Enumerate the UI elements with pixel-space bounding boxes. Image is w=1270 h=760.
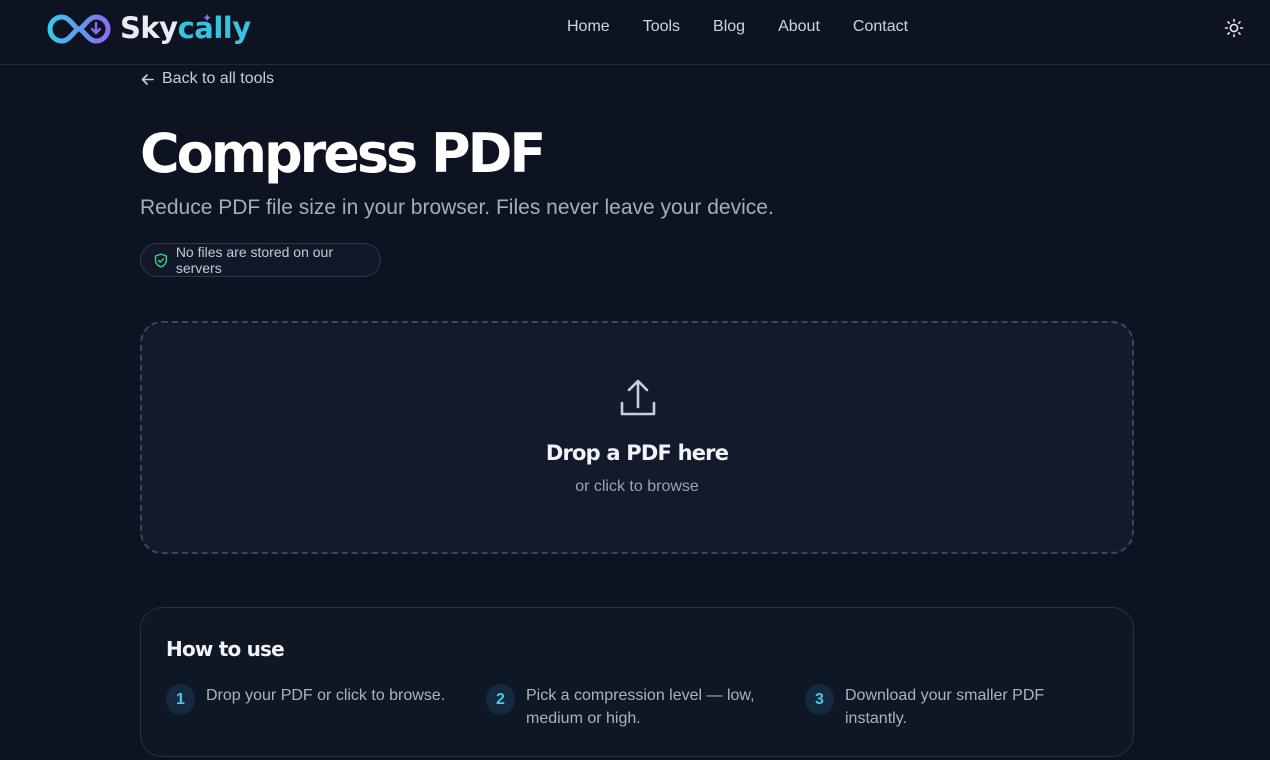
top-navbar: Skycally ✦ Home Tools Blog About Contact	[0, 0, 1270, 65]
privacy-badge-label: No files are stored on our servers	[175, 244, 334, 276]
nav-tools[interactable]: Tools	[643, 18, 680, 36]
step-text: Download your smaller PDF instantly.	[845, 687, 1045, 727]
brand-logo[interactable]: Skycally ✦	[44, 9, 251, 49]
pdf-dropzone[interactable]: Drop a PDF here or click to browse	[140, 321, 1134, 554]
step-text: Drop your PDF or click to browse.	[206, 687, 446, 704]
how-to-use-card: How to use 1 Drop your PDF or click to b…	[140, 607, 1134, 757]
step-text: Pick a compression level — low, medium o…	[526, 687, 755, 727]
upload-icon	[620, 379, 656, 416]
brand-name-part2: cally	[177, 11, 252, 45]
step-2: 2 Pick a compression level — low, medium…	[486, 684, 776, 730]
step-number: 3	[805, 684, 834, 715]
step-number: 2	[486, 684, 515, 715]
step-1: 1 Drop your PDF or click to browse.	[166, 684, 456, 715]
nav-contact[interactable]: Contact	[853, 18, 908, 36]
step-number: 1	[166, 684, 195, 715]
brand-name: Skycally	[120, 11, 251, 45]
how-to-use-title: How to use	[166, 637, 285, 661]
page-subtitle: Reduce PDF file size in your browser. Fi…	[140, 196, 774, 219]
arrow-left-icon	[141, 73, 154, 85]
back-to-tools-link[interactable]: Back to all tools	[140, 70, 274, 88]
infinity-logo-icon	[47, 14, 111, 44]
sparkle-icon: ✦	[202, 11, 213, 25]
dropzone-title: Drop a PDF here	[545, 441, 729, 465]
theme-toggle-button[interactable]	[1223, 17, 1245, 39]
privacy-badge: No files are stored on our servers	[140, 243, 381, 277]
sun-icon	[1224, 18, 1244, 38]
page-title: Compress PDF	[140, 122, 546, 185]
main-nav: Home Tools Blog About Contact	[567, 18, 941, 36]
nav-blog[interactable]: Blog	[713, 18, 745, 36]
nav-home[interactable]: Home	[567, 18, 610, 36]
dropzone-subtitle: or click to browse	[575, 478, 699, 495]
back-link-label: Back to all tools	[162, 70, 275, 87]
shield-check-icon	[154, 252, 168, 268]
step-3: 3 Download your smaller PDF instantly.	[805, 684, 1105, 730]
nav-about[interactable]: About	[778, 18, 820, 36]
brand-name-part1: Sky	[120, 11, 178, 45]
